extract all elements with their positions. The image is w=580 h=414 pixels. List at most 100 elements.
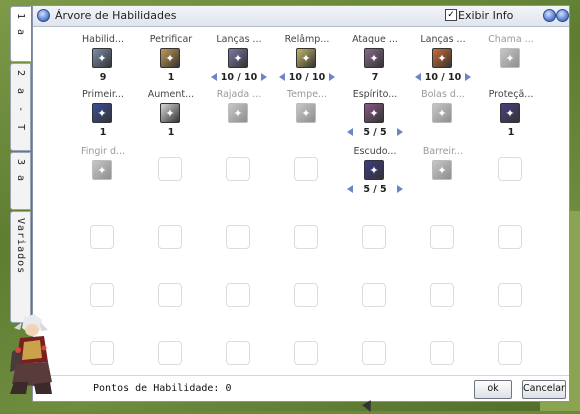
skill-level: 1 [167, 72, 175, 83]
fire-spear-icon[interactable]: ✦ [432, 48, 452, 68]
empty-slot-frame [158, 341, 182, 365]
empty-skill-slot [477, 326, 545, 380]
skill-tabs: 1 a 2 a - T 3 a Variados [10, 6, 33, 324]
skill-cell[interactable]: Chama ... ✦ [477, 30, 545, 84]
show-info-checkbox[interactable]: ✓ [445, 9, 457, 21]
empty-slot-frame [158, 157, 182, 181]
skill-cell[interactable]: Espírito... ✦ 5 / 5 [341, 85, 409, 139]
increase-level-arrow-icon[interactable] [329, 73, 335, 81]
empty-slot-frame [226, 225, 250, 249]
skill-name: Primeir... [82, 89, 124, 100]
skill-name: Barreir... [422, 146, 464, 157]
skill-cell[interactable]: Lanças ... ✦ 10 / 10 [205, 30, 273, 84]
skill-cell[interactable]: Tempe... ✦ [273, 85, 341, 139]
tab-label: Variados [15, 218, 26, 275]
soul-icon[interactable]: ✦ [364, 103, 384, 123]
empty-slot-frame [158, 225, 182, 249]
empty-skill-slot [137, 326, 205, 380]
increase-level-arrow-icon[interactable] [397, 128, 403, 136]
gust-icon[interactable]: ✦ [228, 103, 248, 123]
skill-cell[interactable]: Petrificar ✦ 1 [137, 30, 205, 84]
skill-name: Espírito... [352, 89, 398, 100]
window-menu-icon[interactable] [37, 9, 50, 22]
skill-name: Tempe... [286, 89, 328, 100]
tab-3a[interactable]: 3 a [10, 152, 31, 210]
skill-points: Pontos de Habilidade: 0 [93, 383, 232, 394]
empty-slot-frame [498, 283, 522, 307]
skill-cell[interactable]: Aument... ✦ 1 [137, 85, 205, 139]
tab-variados[interactable]: Variados [10, 211, 31, 323]
cancel-button[interactable]: Cancelar [522, 380, 566, 399]
empty-slot-frame [294, 341, 318, 365]
decrease-level-arrow-icon[interactable] [415, 73, 421, 81]
decrease-level-arrow-icon[interactable] [211, 73, 217, 81]
skill-cell[interactable]: Rajada ... ✦ [205, 85, 273, 139]
title-bar[interactable]: Árvore de Habilidades ✓ Exibir Info [33, 6, 569, 27]
empty-skill-slot [477, 210, 545, 264]
skill-cell[interactable]: Habilid... ✦ 9 [69, 30, 137, 84]
chat-bubble-icon[interactable]: ✦ [92, 48, 112, 68]
skill-name: Relâmp... [284, 34, 330, 45]
empty-slot-frame [226, 341, 250, 365]
empty-slot-frame [294, 225, 318, 249]
skill-level: 1 [167, 127, 175, 138]
empty-skill-slot [273, 268, 341, 322]
hand-icon[interactable]: ✦ [92, 103, 112, 123]
skill-level: 1 [99, 127, 107, 138]
skill-name: Aument... [147, 89, 195, 100]
empty-slot-frame [430, 283, 454, 307]
empty-slot-frame [430, 341, 454, 365]
skill-cell[interactable]: Bolas d... ✦ [409, 85, 477, 139]
show-info-label: Exibir Info [458, 9, 514, 22]
spirit-icon[interactable]: ✦ [160, 103, 180, 123]
decrease-level-arrow-icon[interactable] [279, 73, 285, 81]
tab-2a-t[interactable]: 2 a - T [10, 63, 31, 151]
skill-cell[interactable]: Lanças ... ✦ 10 / 10 [409, 30, 477, 84]
skill-name: Lanças ... [216, 34, 262, 45]
close-icon[interactable] [556, 9, 569, 22]
empty-skill-slot [69, 268, 137, 322]
tab-label: 3 a [15, 159, 26, 184]
increase-level-arrow-icon[interactable] [465, 73, 471, 81]
minimize-icon[interactable] [543, 9, 556, 22]
skill-cell[interactable]: Relâmp... ✦ 10 / 10 [273, 30, 341, 84]
empty-skill-slot [273, 142, 341, 196]
empty-skill-slot [477, 142, 545, 196]
barrier-icon[interactable]: ✦ [432, 160, 452, 180]
flame-icon[interactable]: ✦ [500, 48, 520, 68]
empty-slot-frame [90, 225, 114, 249]
empty-slot-frame [430, 225, 454, 249]
character-portrait [10, 314, 52, 394]
skill-cell[interactable]: Fingir d... ✦ [69, 142, 137, 196]
skill-name: Escudo... [353, 146, 397, 157]
statue-icon[interactable]: ✦ [160, 48, 180, 68]
lightning-icon[interactable]: ✦ [296, 48, 316, 68]
empty-skill-slot [205, 268, 273, 322]
skill-tree-window: Árvore de Habilidades ✓ Exibir Info Habi… [32, 5, 570, 402]
skill-cell[interactable]: Primeir... ✦ 1 [69, 85, 137, 139]
tab-label: 2 a - T [15, 70, 26, 134]
fireball-icon[interactable]: ✦ [432, 103, 452, 123]
increase-level-arrow-icon[interactable] [397, 185, 403, 193]
protection-icon[interactable]: ✦ [500, 103, 520, 123]
decrease-level-arrow-icon[interactable] [347, 128, 353, 136]
storm-icon[interactable]: ✦ [296, 103, 316, 123]
ice-spear-icon[interactable]: ✦ [228, 48, 248, 68]
tab-1a[interactable]: 1 a [10, 6, 31, 62]
skill-cell[interactable]: Ataque ... ✦ 7 [341, 30, 409, 84]
empty-skill-slot [341, 210, 409, 264]
increase-level-arrow-icon[interactable] [261, 73, 267, 81]
attack-icon[interactable]: ✦ [364, 48, 384, 68]
skill-cell[interactable]: Proteçã... ✦ 1 [477, 85, 545, 139]
skill-cell[interactable]: Barreir... ✦ [409, 142, 477, 196]
empty-slot-frame [90, 341, 114, 365]
shield-icon[interactable]: ✦ [364, 160, 384, 180]
empty-slot-frame [362, 283, 386, 307]
feign-icon[interactable]: ✦ [92, 160, 112, 180]
empty-slot-frame [294, 283, 318, 307]
ok-button[interactable]: ok [474, 380, 512, 399]
empty-skill-slot [273, 326, 341, 380]
empty-skill-slot [341, 326, 409, 380]
skill-cell[interactable]: Escudo... ✦ 5 / 5 [341, 142, 409, 196]
decrease-level-arrow-icon[interactable] [347, 185, 353, 193]
